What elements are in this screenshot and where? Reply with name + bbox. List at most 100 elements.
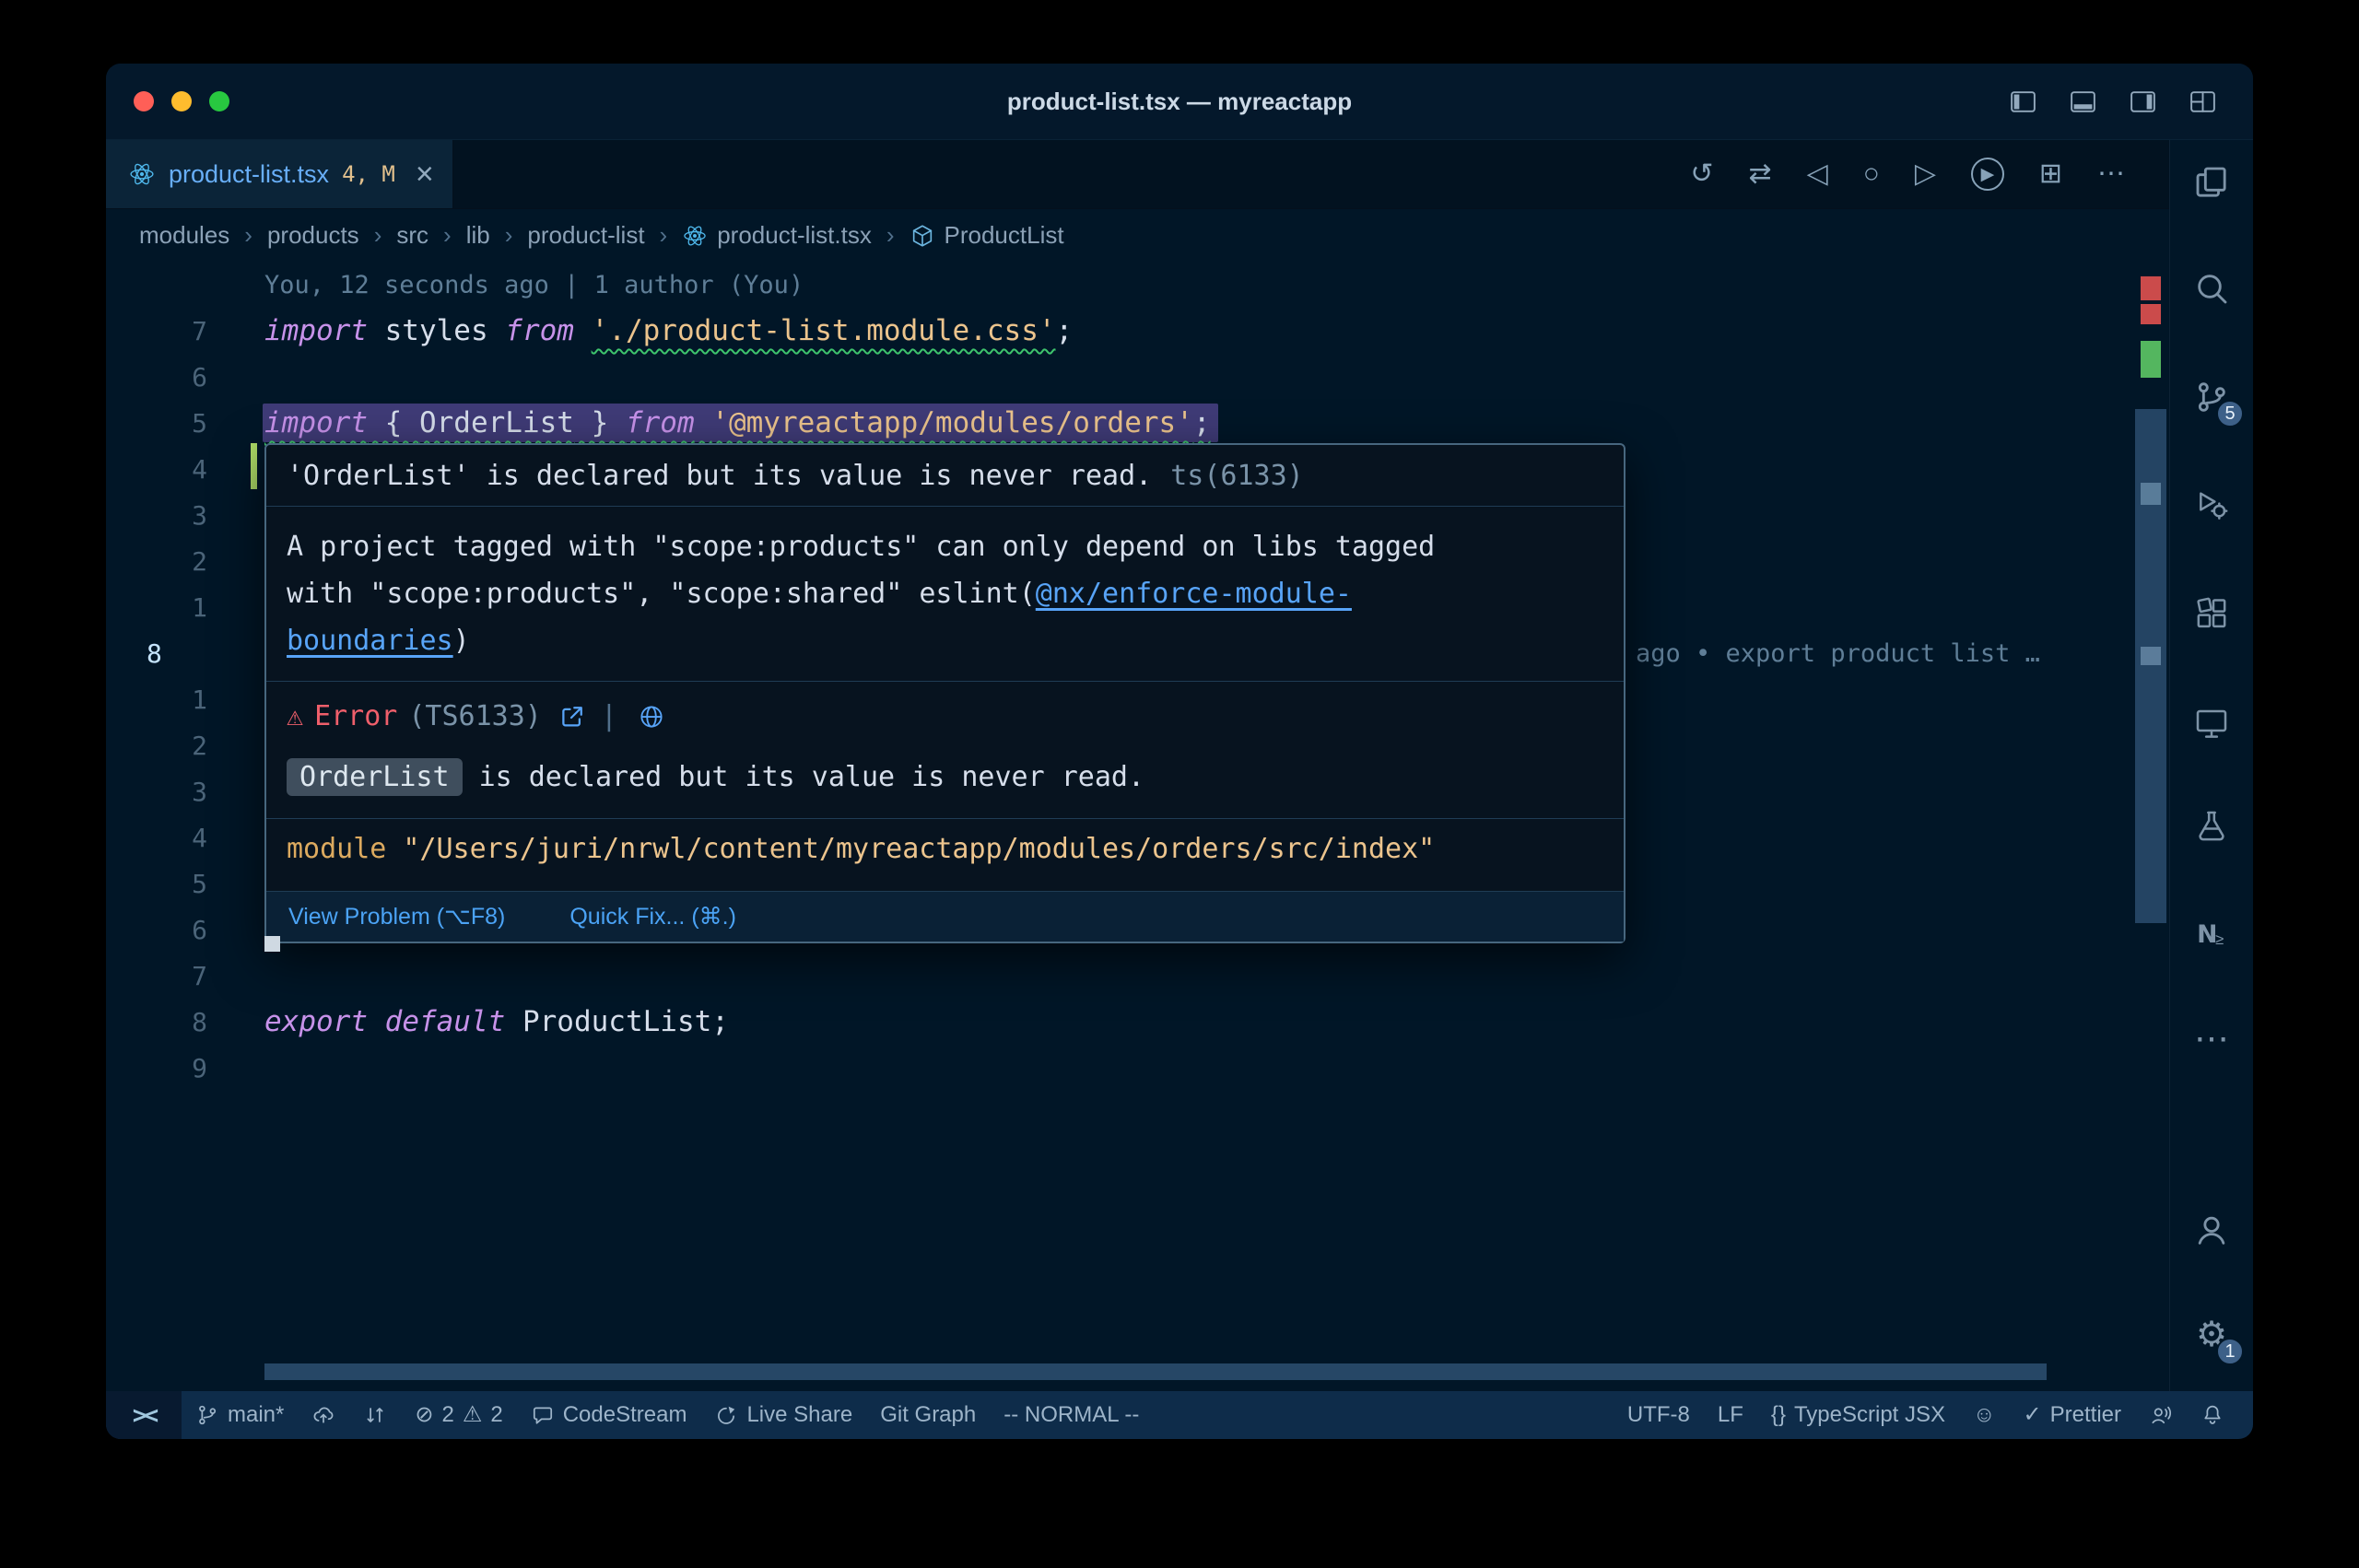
horizontal-scrollbar-thumb[interactable]: [264, 1363, 2047, 1380]
activity-source-control[interactable]: 5: [2170, 372, 2253, 422]
status-remote[interactable]: ><: [106, 1391, 182, 1439]
react-icon: [682, 223, 708, 249]
react-icon: [128, 160, 156, 188]
quick-fix-link[interactable]: Quick Fix... (⌘.): [569, 903, 736, 930]
tab-product-list[interactable]: product-list.tsx 4, M ×: [106, 140, 453, 208]
code-token: [574, 314, 592, 347]
breadcrumb-separator: ›: [244, 221, 252, 250]
errors-count: 2: [441, 1402, 453, 1428]
status-problems[interactable]: ⊘2⚠2: [401, 1391, 516, 1439]
open-changes-icon[interactable]: ○: [1863, 160, 1880, 188]
breadcrumb-item-src[interactable]: src: [396, 221, 428, 250]
status-vim-mode[interactable]: -- NORMAL --: [990, 1391, 1153, 1439]
window-title: product-list.tsx — myreactapp: [106, 88, 2253, 116]
more-views-icon: ⋯: [2194, 1022, 2229, 1057]
activity-explorer[interactable]: [2170, 158, 2253, 207]
breadcrumb-item-products[interactable]: products: [267, 221, 359, 250]
status-branch-compare[interactable]: [349, 1391, 401, 1439]
pull-request-icon[interactable]: ⇄: [1748, 160, 1771, 188]
vertical-scrollbar-thumb[interactable]: [2135, 409, 2166, 923]
editor-row: 6: [106, 354, 2169, 400]
close-button[interactable]: [134, 91, 154, 111]
code-token: ;: [1193, 406, 1211, 439]
tab-problems-modified-badge: 4, M: [342, 161, 395, 187]
zoom-button[interactable]: [209, 91, 229, 111]
testing-icon: [2193, 808, 2230, 845]
code-token: '@myreactapp/modules/orders': [711, 406, 1193, 439]
more-actions-icon[interactable]: ⋯: [2097, 160, 2125, 188]
editor[interactable]: You, 12 seconds ago | 1 author (You)7imp…: [106, 262, 2169, 1391]
symbol-badge: OrderList: [287, 758, 463, 796]
statusbar-right: UTF-8LF{}TypeScript JSX☺✓Prettier: [1614, 1391, 2253, 1439]
activity-accounts[interactable]: [2170, 1205, 2253, 1255]
run-file-icon[interactable]: ▶: [1971, 158, 2004, 191]
line-number: 3: [106, 777, 207, 807]
status-eol[interactable]: LF: [1704, 1391, 1757, 1439]
status-live-share[interactable]: Live Share: [700, 1391, 866, 1439]
breadcrumb-label: product-list.tsx: [717, 221, 872, 250]
breadcrumb-item-modules[interactable]: modules: [139, 221, 229, 250]
hover-resize-grip[interactable]: [264, 936, 280, 952]
panel-left-icon[interactable]: [2008, 87, 2038, 117]
warnings-icon: ⚠: [463, 1404, 483, 1426]
status-feedback[interactable]: ☺: [1959, 1391, 2010, 1439]
diagnostic-message-end: ): [453, 625, 470, 657]
code-token: './product-list.module.css': [592, 314, 1056, 347]
breadcrumb-item-product-list.tsx[interactable]: product-list.tsx: [682, 221, 872, 250]
vim-mode-label: -- NORMAL --: [1003, 1402, 1139, 1428]
title-bar[interactable]: product-list.tsx — myreactapp: [106, 64, 2253, 140]
activity-more-views[interactable]: ⋯: [2170, 1014, 2253, 1064]
status-encoding[interactable]: UTF-8: [1614, 1391, 1704, 1439]
previous-change-icon[interactable]: ◁: [1807, 160, 1828, 188]
panel-right-icon[interactable]: [2128, 87, 2158, 117]
status-language-mode[interactable]: {}TypeScript JSX: [1757, 1391, 1959, 1439]
activity-remote-explorer[interactable]: [2170, 698, 2253, 748]
activity-extensions[interactable]: [2170, 589, 2253, 638]
history-icon[interactable]: ↺: [1690, 160, 1713, 188]
breadcrumb-item-productlist[interactable]: ProductList: [910, 221, 1064, 250]
status-presence[interactable]: [2135, 1391, 2187, 1439]
line-number: 2: [106, 546, 207, 577]
error-detail-text: is declared but its value is never read.: [479, 761, 1144, 793]
breadcrumb-item-product-list[interactable]: product-list: [527, 221, 644, 250]
activity-run-and-debug[interactable]: [2170, 479, 2253, 529]
activity-settings[interactable]: ⚙1: [2170, 1310, 2253, 1360]
editor-row: 7: [106, 953, 2169, 999]
symbol-cube-icon: [910, 223, 935, 249]
activity-search[interactable]: [2170, 263, 2253, 313]
editor-grid-icon[interactable]: [2188, 87, 2218, 117]
status-bar: ><main*⊘2⚠2CodeStreamLive ShareGit Graph…: [106, 1391, 2253, 1439]
code-token: default: [385, 1005, 506, 1038]
open-external-icon[interactable]: [558, 703, 586, 731]
status-publish-changes[interactable]: [298, 1391, 349, 1439]
module-path: "/Users/juri/nrwl/content/myreactapp/mod…: [403, 833, 1435, 865]
view-problem-link[interactable]: View Problem (⌥F8): [288, 903, 505, 930]
status-notifications[interactable]: [2187, 1391, 2238, 1439]
language-mode-icon: {}: [1771, 1404, 1786, 1426]
breadcrumb-separator: ›: [886, 221, 895, 250]
git-blame-annotation: You, 12 seconds ago | 1 author (You): [264, 271, 804, 299]
svg-text:N: N: [2197, 920, 2217, 949]
panel-bottom-icon[interactable]: [2068, 87, 2098, 117]
git-change-gutter-indicator[interactable]: [251, 443, 257, 489]
breadcrumb-item-lib[interactable]: lib: [466, 221, 490, 250]
run-and-debug-icon: [2193, 486, 2230, 522]
line-number: 1: [106, 685, 207, 715]
close-tab-icon[interactable]: ×: [416, 158, 434, 190]
compare-arrows-icon: [363, 1403, 387, 1427]
activity-nx-console[interactable]: N≥: [2170, 909, 2253, 959]
minimize-button[interactable]: [171, 91, 192, 111]
status-prettier[interactable]: ✓Prettier: [2010, 1391, 2135, 1439]
traffic-lights: [134, 91, 229, 111]
status-git-graph[interactable]: Git Graph: [866, 1391, 990, 1439]
status-branch[interactable]: main*: [182, 1391, 298, 1439]
search-icon: [2193, 270, 2230, 307]
globe-icon[interactable]: [638, 703, 665, 731]
breadcrumb-label: ProductList: [945, 221, 1064, 250]
split-editor-icon[interactable]: ⊞: [2039, 160, 2062, 188]
line-number: 6: [106, 362, 207, 392]
activity-testing[interactable]: [2170, 802, 2253, 851]
next-change-icon[interactable]: ▷: [1915, 160, 1936, 188]
errors-icon: ⊘: [415, 1404, 433, 1426]
status-codestream[interactable]: CodeStream: [517, 1391, 701, 1439]
